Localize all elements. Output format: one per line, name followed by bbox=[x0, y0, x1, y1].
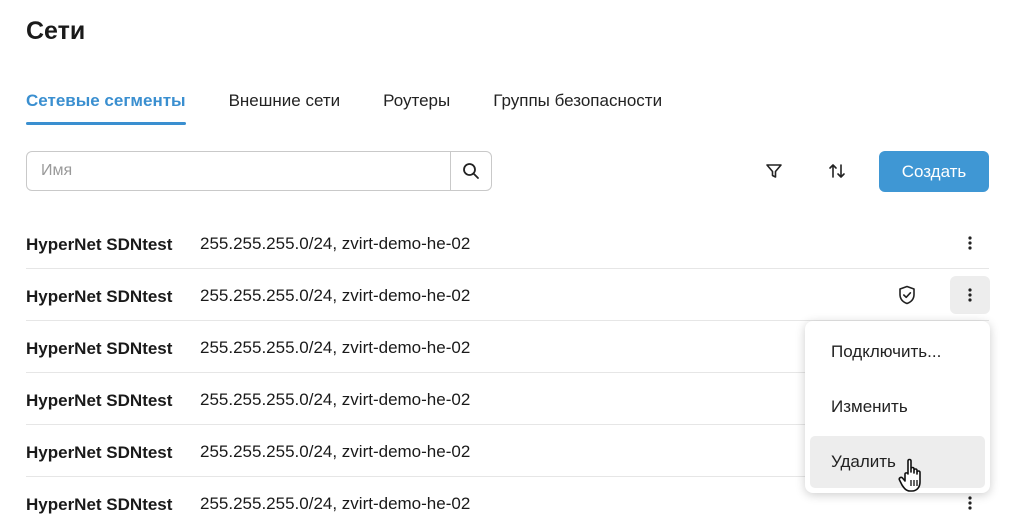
row-name: HyperNet SDNtest bbox=[26, 235, 173, 254]
row-description: 255.255.255.0/24, zvirt-demo-he-02 bbox=[200, 338, 471, 357]
create-button[interactable]: Создать bbox=[879, 151, 989, 192]
tab-network-segments[interactable]: Сетевые сегменты bbox=[26, 90, 186, 125]
hand-cursor-icon bbox=[898, 458, 921, 492]
page-title: Сети bbox=[26, 17, 86, 45]
search-box bbox=[26, 151, 492, 191]
menu-item-connect[interactable]: Подключить... bbox=[810, 326, 985, 378]
sort-icon bbox=[829, 164, 845, 178]
sort-button[interactable] bbox=[822, 156, 852, 186]
more-vertical-icon bbox=[968, 288, 972, 302]
row-description: 255.255.255.0/24, zvirt-demo-he-02 bbox=[200, 286, 471, 305]
tab-bar: Сетевые сегменты Внешние сети Роутеры Гр… bbox=[26, 90, 705, 126]
shield-icon bbox=[896, 284, 918, 306]
row-name: HyperNet SDNtest bbox=[26, 443, 173, 462]
row-description: 255.255.255.0/24, zvirt-demo-he-02 bbox=[200, 234, 471, 253]
more-vertical-icon bbox=[968, 236, 972, 250]
search-button[interactable] bbox=[450, 152, 491, 190]
tab-routers[interactable]: Роутеры bbox=[383, 90, 450, 125]
row-name: HyperNet SDNtest bbox=[26, 287, 173, 306]
table-row[interactable]: HyperNet SDNtest 255.255.255.0/24, zvirt… bbox=[26, 270, 990, 321]
row-menu-button[interactable] bbox=[950, 276, 990, 314]
table-row[interactable]: HyperNet SDNtest 255.255.255.0/24, zvirt… bbox=[26, 218, 989, 269]
row-description: 255.255.255.0/24, zvirt-demo-he-02 bbox=[200, 390, 471, 409]
row-name: HyperNet SDNtest bbox=[26, 391, 173, 410]
tab-external-networks[interactable]: Внешние сети bbox=[229, 90, 341, 125]
filter-icon bbox=[766, 164, 782, 178]
search-icon bbox=[463, 163, 479, 179]
filter-button[interactable] bbox=[759, 156, 789, 186]
row-description: 255.255.255.0/24, zvirt-demo-he-02 bbox=[200, 442, 471, 461]
row-name: HyperNet SDNtest bbox=[26, 495, 173, 514]
menu-item-edit[interactable]: Изменить bbox=[810, 381, 985, 433]
tab-security-groups[interactable]: Группы безопасности bbox=[493, 90, 662, 125]
search-input[interactable] bbox=[27, 152, 450, 190]
more-vertical-icon bbox=[968, 496, 972, 510]
row-name: HyperNet SDNtest bbox=[26, 339, 173, 358]
row-menu-button[interactable] bbox=[950, 224, 990, 262]
row-description: 255.255.255.0/24, zvirt-demo-he-02 bbox=[200, 494, 471, 513]
